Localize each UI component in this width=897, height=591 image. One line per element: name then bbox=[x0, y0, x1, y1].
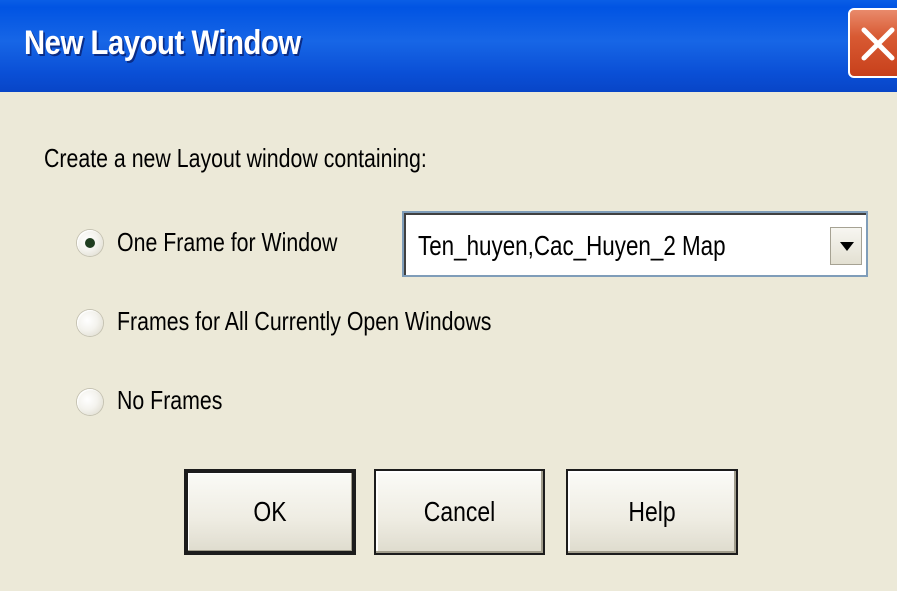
option-label-no-frames[interactable]: No Frames bbox=[117, 385, 222, 416]
prompt-label: Create a new Layout window containing: bbox=[44, 143, 427, 173]
close-button[interactable] bbox=[848, 8, 897, 78]
close-icon bbox=[861, 27, 895, 61]
help-button-label: Help bbox=[628, 496, 676, 527]
radio-one-frame-for-window[interactable] bbox=[77, 230, 103, 256]
ok-button[interactable]: OK bbox=[184, 469, 356, 555]
window-select-dropdown[interactable]: Ten_huyen,Cac_Huyen_2 Map bbox=[402, 211, 868, 277]
radio-frames-for-all-open-windows[interactable] bbox=[77, 310, 103, 336]
radio-no-frames[interactable] bbox=[77, 389, 103, 415]
cancel-button-label: Cancel bbox=[423, 496, 496, 527]
dropdown-arrow-icon bbox=[840, 242, 854, 251]
window-title: New Layout Window bbox=[24, 24, 301, 62]
option-label-frames-for-all[interactable]: Frames for All Currently Open Windows bbox=[117, 306, 491, 337]
radio-selected-dot bbox=[85, 238, 95, 248]
option-label-one-frame[interactable]: One Frame for Window bbox=[117, 227, 337, 258]
title-bar[interactable]: New Layout Window bbox=[0, 0, 897, 92]
new-layout-window-dialog: New Layout Window Create a new Layout wi… bbox=[0, 0, 897, 591]
dropdown-button[interactable] bbox=[830, 227, 862, 265]
window-select-value: Ten_huyen,Cac_Huyen_2 Map bbox=[418, 230, 726, 261]
help-button[interactable]: Help bbox=[566, 469, 738, 555]
cancel-button[interactable]: Cancel bbox=[374, 469, 545, 555]
ok-button-label: OK bbox=[253, 496, 287, 527]
